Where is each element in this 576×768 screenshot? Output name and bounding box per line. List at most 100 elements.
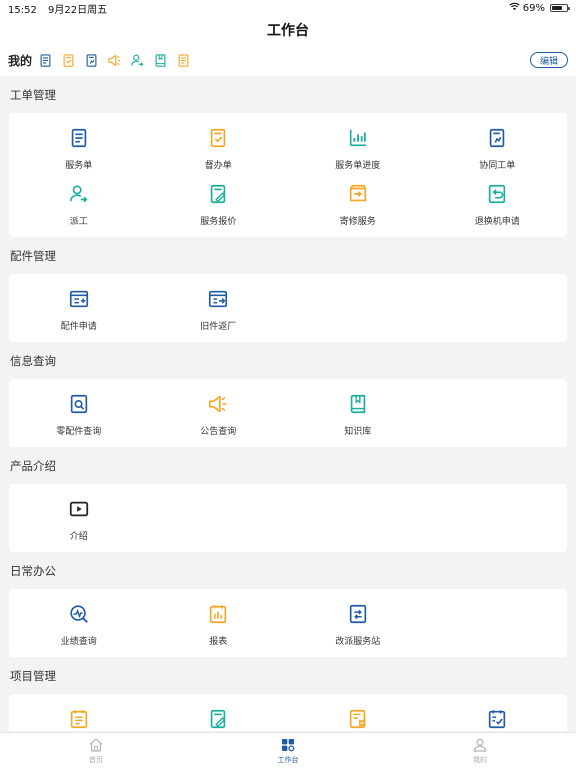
feature-label: 公告查询 (200, 427, 237, 437)
home-icon (88, 737, 104, 753)
feature-label: 旧件返厂 (200, 322, 237, 332)
section-title: 产品介绍 (10, 458, 56, 473)
feature-tile[interactable]: 知识库 (288, 387, 428, 443)
megaphone-icon (207, 393, 229, 415)
mine-shortcuts (38, 53, 191, 68)
page-title: 工作台 (267, 23, 309, 39)
inspection-icon (486, 708, 508, 730)
section-title: 配件管理 (10, 248, 56, 263)
feature-label: 零配件查询 (56, 427, 102, 437)
battery-fill (552, 6, 562, 10)
feature-label: 退换机申请 (474, 217, 520, 227)
tab-label: 工作台 (277, 755, 299, 764)
feature-tile[interactable]: 服务单进度 (288, 121, 428, 177)
feature-tile[interactable]: 施工服务单 (288, 702, 428, 731)
user-arrow-icon[interactable] (130, 53, 145, 68)
doc-check-icon (207, 127, 229, 149)
tab-label: 首页 (89, 755, 103, 764)
tab-workbench[interactable]: 工作台 (192, 733, 384, 768)
feature-label: 业绩查询 (60, 637, 97, 647)
feature-label: 报表 (209, 637, 228, 647)
feature-tile[interactable]: 改派服务站 (288, 597, 428, 653)
feature-label: 服务单 (65, 161, 93, 171)
status-time: 15:52 (8, 4, 37, 16)
feature-tile[interactable]: 整改单 (149, 702, 289, 731)
battery-percent: 69% (522, 2, 545, 14)
tab-home[interactable]: 首页 (0, 733, 192, 768)
section-card: 零配件查询 公告查询 知识库 (9, 379, 567, 447)
parts-return-icon (207, 288, 229, 310)
feature-tile[interactable]: 零配件查询 (9, 387, 149, 443)
feature-label: 介绍 (69, 532, 88, 542)
status-right: 69% (509, 2, 570, 14)
feature-tile[interactable]: 巡检记录 (428, 702, 568, 731)
status-date: 9月22日周五 (48, 4, 108, 16)
status-bar: 15:52 9月22日周五 69% (0, 0, 576, 16)
feature-tile[interactable]: 退换机申请 (428, 177, 568, 233)
feature-tile[interactable]: 配件申请 (9, 282, 149, 338)
construction-doc-icon (347, 708, 369, 730)
profile-icon (472, 737, 488, 753)
tab-label: 我的 (473, 755, 487, 764)
tab-profile[interactable]: 我的 (384, 733, 576, 768)
doc-chart-icon (486, 127, 508, 149)
feature-label: 派工 (69, 217, 88, 227)
status-left: 15:52 9月22日周五 (8, 1, 115, 16)
feature-tile[interactable]: 项目 (9, 702, 149, 731)
doc-chart-icon[interactable] (84, 53, 99, 68)
doc-pen-icon (207, 183, 229, 205)
section-card: 配件申请 旧件返厂 (9, 274, 567, 342)
feature-tile[interactable]: 旧件返厂 (149, 282, 289, 338)
book-icon[interactable] (153, 53, 168, 68)
feature-tile[interactable]: 介绍 (9, 492, 149, 548)
doc-check-icon[interactable] (61, 53, 76, 68)
feature-label: 寄修服务 (339, 217, 376, 227)
feature-tile[interactable]: 服务报价 (149, 177, 289, 233)
doc-list-icon (68, 127, 90, 149)
section-title: 项目管理 (10, 668, 56, 683)
section-card: 项目整改单施工服务单巡检记录 (9, 694, 567, 731)
bar-chart-icon (347, 127, 369, 149)
feature-tile[interactable]: 业绩查询 (9, 597, 149, 653)
feature-tile[interactable]: 公告查询 (149, 387, 289, 443)
feature-label: 改派服务站 (335, 637, 381, 647)
search-doc-icon (68, 393, 90, 415)
feature-tile[interactable]: 派工 (9, 177, 149, 233)
battery-icon (550, 4, 570, 12)
workbench-icon (280, 737, 296, 753)
workbench-content: 工单管理服务单 督办单 服务单进度 协同工单派工 服务报价 寄修服务 退换机申请配件管理配件… (0, 76, 576, 731)
return-icon (486, 183, 508, 205)
feature-tile[interactable]: 报表 (149, 597, 289, 653)
box-return-icon[interactable] (176, 53, 191, 68)
reassign-icon (347, 603, 369, 625)
section-title: 日常办公 (10, 563, 56, 578)
section-title: 信息查询 (10, 353, 56, 368)
performance-search-icon (68, 603, 90, 625)
section-title: 工单管理 (10, 87, 56, 102)
feature-label: 服务报价 (200, 217, 237, 227)
book-icon (347, 393, 369, 415)
feature-label: 知识库 (344, 427, 372, 437)
parts-apply-icon (68, 288, 90, 310)
section-card: 业绩查询 报表 改派服务站 (9, 589, 567, 657)
doc-list-icon[interactable] (38, 53, 53, 68)
feature-label: 服务单进度 (335, 161, 381, 171)
feature-tile[interactable]: 督办单 (149, 121, 289, 177)
feature-label: 协同工单 (479, 161, 516, 171)
feature-label: 督办单 (204, 161, 232, 171)
feature-label: 配件申请 (60, 322, 97, 332)
user-arrow-icon (68, 183, 90, 205)
mine-row: 我的 编辑 (0, 44, 576, 76)
feature-tile[interactable]: 协同工单 (428, 121, 568, 177)
box-in-icon (347, 183, 369, 205)
wifi-icon (509, 2, 520, 14)
section-card: 服务单 督办单 服务单进度 协同工单派工 服务报价 寄修服务 退换机申请 (9, 113, 567, 237)
mine-label: 我的 (8, 53, 33, 68)
project-icon (68, 708, 90, 730)
feature-tile[interactable]: 服务单 (9, 121, 149, 177)
edit-button[interactable]: 编辑 (530, 52, 568, 68)
play-icon (68, 498, 90, 520)
megaphone-icon[interactable] (107, 53, 122, 68)
feature-tile[interactable]: 寄修服务 (288, 177, 428, 233)
report-icon (207, 603, 229, 625)
